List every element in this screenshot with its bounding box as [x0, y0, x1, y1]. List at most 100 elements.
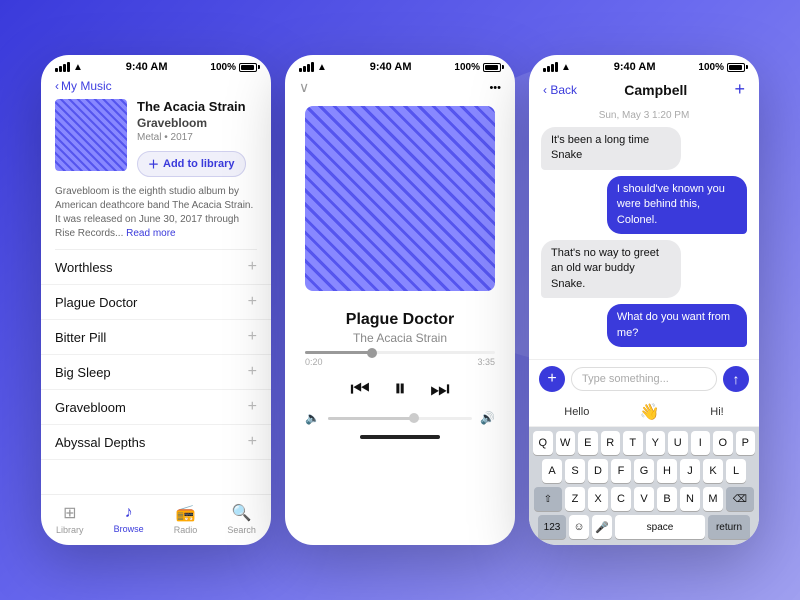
- quicktype-hello[interactable]: Hello: [564, 406, 589, 418]
- message-2: I should've known you were behind this, …: [541, 176, 747, 234]
- phone2-nav: ∨ •••: [285, 77, 515, 102]
- track-list: Worthless + Plague Doctor + Bitter Pill …: [41, 250, 271, 494]
- key-i[interactable]: I: [691, 431, 711, 455]
- key-e[interactable]: E: [578, 431, 598, 455]
- key-a[interactable]: A: [542, 459, 562, 483]
- msg-bubble-2: I should've known you were behind this, …: [607, 176, 747, 234]
- battery-percent-3: 100%: [698, 62, 724, 73]
- key-k[interactable]: K: [703, 459, 723, 483]
- bottom-nav: ⊞ Library ♪ Browse 📻 Radio 🔍 Search: [41, 494, 271, 545]
- now-playing-artist: The Acacia Strain: [285, 331, 515, 345]
- now-playing-title: Plague Doctor: [285, 311, 515, 329]
- key-n[interactable]: N: [680, 487, 700, 511]
- playback-controls: ⏮ ⏸ ⏭: [285, 367, 515, 411]
- track-item-4[interactable]: Big Sleep +: [41, 355, 271, 390]
- key-p[interactable]: P: [736, 431, 756, 455]
- signal-icon-3: [543, 62, 558, 72]
- quicktype-wave[interactable]: 👋: [640, 402, 660, 422]
- key-o[interactable]: O: [713, 431, 733, 455]
- status-time-3: 9:40 AM: [614, 61, 656, 73]
- key-u[interactable]: U: [668, 431, 688, 455]
- key-g[interactable]: G: [634, 459, 654, 483]
- key-h[interactable]: H: [657, 459, 677, 483]
- attach-button[interactable]: +: [539, 366, 565, 392]
- track-item-5[interactable]: Gravebloom +: [41, 390, 271, 425]
- volume-area[interactable]: 🔈 🔊: [285, 411, 515, 425]
- status-left-1: ▲: [55, 62, 83, 73]
- add-to-library-button[interactable]: ＋ Add to library: [137, 151, 246, 177]
- key-123[interactable]: 123: [538, 515, 566, 539]
- pause-button[interactable]: ⏸: [394, 375, 406, 403]
- key-r[interactable]: R: [601, 431, 621, 455]
- fast-forward-button[interactable]: ⏭: [430, 376, 450, 402]
- battery-percent-1: 100%: [210, 62, 236, 73]
- track-add-6[interactable]: +: [248, 433, 257, 451]
- quicktype-hi[interactable]: Hi!: [710, 406, 723, 418]
- key-v[interactable]: V: [634, 487, 654, 511]
- back-button-3[interactable]: ‹ Back: [543, 83, 577, 97]
- nav-library[interactable]: ⊞ Library: [56, 503, 84, 535]
- progress-area[interactable]: 0:20 3:35: [285, 351, 515, 367]
- album-card: The Acacia Strain Gravebloom Metal • 201…: [41, 99, 271, 185]
- rewind-button[interactable]: ⏮: [350, 376, 370, 402]
- battery-percent-2: 100%: [454, 62, 480, 73]
- key-s[interactable]: S: [565, 459, 585, 483]
- key-z[interactable]: Z: [565, 487, 585, 511]
- album-art-large: [305, 106, 495, 291]
- key-backspace[interactable]: ⌫: [726, 487, 754, 511]
- key-j[interactable]: J: [680, 459, 700, 483]
- track-add-2[interactable]: +: [248, 293, 257, 311]
- key-shift[interactable]: ⇧: [534, 487, 562, 511]
- track-item-2[interactable]: Plague Doctor +: [41, 285, 271, 320]
- key-m[interactable]: M: [703, 487, 723, 511]
- track-item-6[interactable]: Abyssal Depths +: [41, 425, 271, 460]
- key-w[interactable]: W: [556, 431, 576, 455]
- input-placeholder: Type something...: [582, 373, 669, 385]
- key-mic[interactable]: 🎤: [592, 515, 612, 539]
- nav-search[interactable]: 🔍 Search: [227, 503, 256, 535]
- key-t[interactable]: T: [623, 431, 643, 455]
- key-y[interactable]: Y: [646, 431, 666, 455]
- nav-browse-label: Browse: [114, 524, 144, 534]
- send-button[interactable]: ↑: [723, 366, 749, 392]
- track-name-3: Bitter Pill: [55, 330, 106, 345]
- key-return[interactable]: return: [708, 515, 750, 539]
- back-button-1[interactable]: ‹ My Music: [55, 79, 112, 93]
- signal-icon-2: [299, 62, 314, 72]
- volume-low-icon: 🔈: [305, 411, 320, 425]
- nav-radio[interactable]: 📻 Radio: [174, 503, 198, 535]
- key-space[interactable]: space: [615, 515, 705, 539]
- phone-now-playing: ▲ 9:40 AM 100% ∨ ••• Plague Doctor The A…: [285, 55, 515, 545]
- key-q[interactable]: Q: [533, 431, 553, 455]
- key-x[interactable]: X: [588, 487, 608, 511]
- phone-messages: ▲ 9:40 AM 100% ‹ Back Campbell + Sun, Ma…: [529, 55, 759, 545]
- key-c[interactable]: C: [611, 487, 631, 511]
- track-item-3[interactable]: Bitter Pill +: [41, 320, 271, 355]
- key-f[interactable]: F: [611, 459, 631, 483]
- track-add-1[interactable]: +: [248, 258, 257, 276]
- track-add-5[interactable]: +: [248, 398, 257, 416]
- volume-bar[interactable]: [328, 417, 472, 420]
- phones-container: ▲ 9:40 AM 100% ‹ My Music The Acacia Str…: [41, 55, 759, 545]
- track-add-4[interactable]: +: [248, 363, 257, 381]
- now-playing-options[interactable]: •••: [489, 82, 501, 94]
- nav-browse[interactable]: ♪ Browse: [114, 504, 144, 534]
- key-l[interactable]: L: [726, 459, 746, 483]
- key-d[interactable]: D: [588, 459, 608, 483]
- message-input[interactable]: Type something...: [571, 367, 717, 391]
- volume-thumb[interactable]: [409, 413, 419, 423]
- progress-thumb[interactable]: [367, 348, 377, 358]
- message-4: What do you want from me?: [541, 304, 747, 347]
- chevron-down-icon[interactable]: ∨: [299, 79, 309, 96]
- contact-name: Campbell: [624, 82, 687, 98]
- read-more-link[interactable]: Read more: [126, 228, 175, 239]
- phone3-nav: ‹ Back Campbell +: [529, 77, 759, 106]
- track-item-1[interactable]: Worthless +: [41, 250, 271, 285]
- key-b[interactable]: B: [657, 487, 677, 511]
- track-add-3[interactable]: +: [248, 328, 257, 346]
- add-contact-icon[interactable]: +: [734, 79, 745, 100]
- album-art-thumb: [55, 99, 127, 171]
- nav-library-label: Library: [56, 525, 84, 535]
- key-emoji[interactable]: ☺: [569, 515, 589, 539]
- progress-bar[interactable]: [305, 351, 495, 354]
